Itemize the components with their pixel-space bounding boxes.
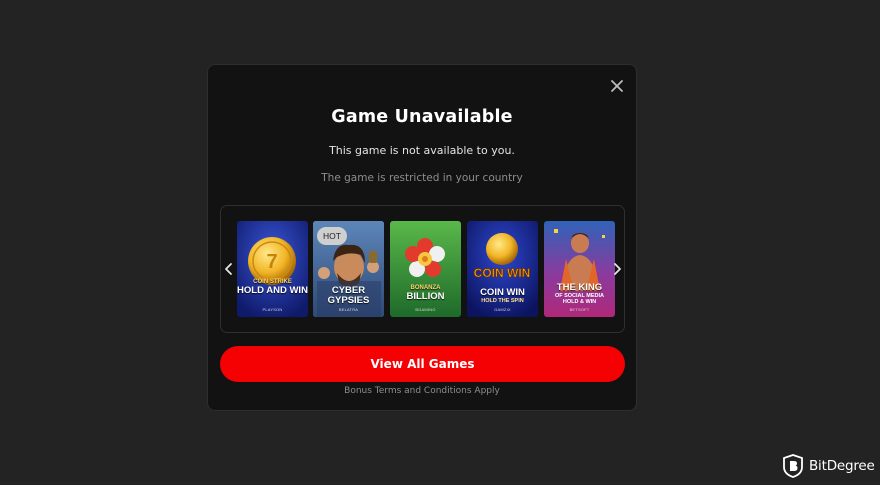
close-icon[interactable] <box>608 77 626 95</box>
restriction-message: The game is restricted in your country <box>321 172 523 184</box>
game-tile-coin-win[interactable]: COIN WIN COIN WIN HOLD THE SPIN GAMZIX <box>467 221 538 317</box>
bonus-terms-text: Bonus Terms and Conditions Apply <box>344 386 500 396</box>
game-provider: BELATRA <box>338 307 359 312</box>
game-tile-title: COIN WIN <box>480 287 525 298</box>
chevron-left-icon[interactable] <box>223 261 235 277</box>
game-tile-subtitle: OF SOCIAL MEDIA HOLD & WIN <box>554 293 605 305</box>
coin-strike-artwork: 7 <box>237 221 308 317</box>
game-tile-title: COIN STRIKE HOLD AND WIN <box>237 279 308 296</box>
game-tile-title: THE KING <box>556 282 603 293</box>
modal-subtitle: This game is not available to you. <box>329 144 515 157</box>
bonanza-billion-artwork <box>390 221 461 317</box>
game-tile-title: CYBER GYPSIES <box>327 285 370 306</box>
coin-win-logo: COIN WIN <box>474 266 531 280</box>
hot-badge: HOT <box>317 227 347 245</box>
bitdegree-shield-logo <box>783 454 803 478</box>
game-tile-bonanza-billion[interactable]: BONANZA BILLION BGAMING <box>390 221 461 317</box>
game-provider: PLAYSON <box>262 307 283 312</box>
game-provider: GAMZIX <box>494 307 511 312</box>
bitdegree-watermark: BitDegree <box>783 454 875 478</box>
game-tile-the-king[interactable]: THE KING OF SOCIAL MEDIA HOLD & WIN BETS… <box>544 221 615 317</box>
brand-name: BitDegree <box>809 458 875 474</box>
modal-title: Game Unavailable <box>331 107 513 127</box>
chevron-right-icon[interactable] <box>611 261 623 277</box>
game-provider: BETSOFT <box>569 307 590 312</box>
svg-text:7: 7 <box>266 251 277 273</box>
game-provider: BGAMING <box>415 307 436 312</box>
game-tile-subtitle: HOLD THE SPIN <box>481 298 524 304</box>
game-unavailable-modal: Game Unavailable This game is not availa… <box>207 64 637 411</box>
view-all-games-button[interactable]: View All Games <box>220 346 625 382</box>
game-tile-title: BONANZA BILLION <box>406 285 445 302</box>
game-tile-cyber-gypsies[interactable]: HOT CYBER GYPSIES BELATRA <box>313 221 384 317</box>
game-tile-coin-strike[interactable]: 7 COIN STRIKE HOLD AND WIN PLAYSON <box>237 221 308 317</box>
game-carousel: 7 COIN STRIKE HOLD AND WIN PLAYSON HOT C… <box>220 205 625 333</box>
